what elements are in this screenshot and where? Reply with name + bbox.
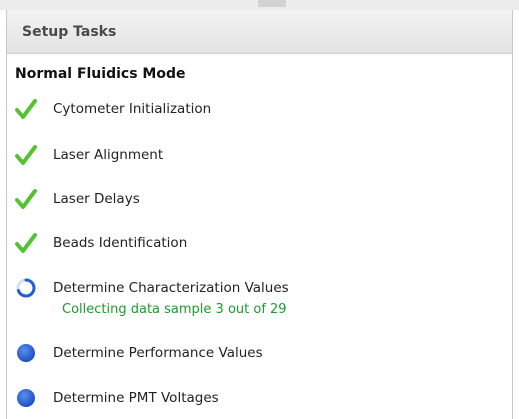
task-label: Determine PMT Voltages <box>53 390 219 406</box>
spinner-icon <box>15 277 37 299</box>
checkmark-icon <box>15 232 37 254</box>
task-progress-status: Collecting data sample 3 out of 29 <box>62 302 287 317</box>
blue-dot-icon <box>15 387 37 409</box>
task-determine-performance-values: Determine Performance Values <box>15 340 263 366</box>
blue-dot-icon <box>15 342 37 364</box>
mode-title: Normal Fluidics Mode <box>15 66 186 82</box>
task-cytometer-initialization: Cytometer Initialization <box>15 96 211 122</box>
task-determine-pmt-voltages: Determine PMT Voltages <box>15 385 219 411</box>
checkmark-icon <box>15 188 37 210</box>
panel-title: Setup Tasks <box>22 23 117 40</box>
checkmark-icon <box>15 144 37 166</box>
task-label: Laser Alignment <box>53 147 164 163</box>
checkmark-icon <box>15 98 37 120</box>
panel-header: Setup Tasks <box>7 10 512 54</box>
task-laser-alignment: Laser Alignment <box>15 142 163 168</box>
task-label: Cytometer Initialization <box>53 101 212 117</box>
task-determine-characterization-values: Determine Characterization Values <box>15 275 289 301</box>
task-label: Laser Delays <box>53 191 140 207</box>
task-label: Determine Characterization Values <box>53 280 289 296</box>
task-label: Beads Identification <box>53 235 188 251</box>
task-laser-delays: Laser Delays <box>15 186 140 212</box>
splitter-handle[interactable] <box>258 0 286 7</box>
task-label: Determine Performance Values <box>53 345 263 361</box>
task-beads-identification: Beads Identification <box>15 230 187 256</box>
